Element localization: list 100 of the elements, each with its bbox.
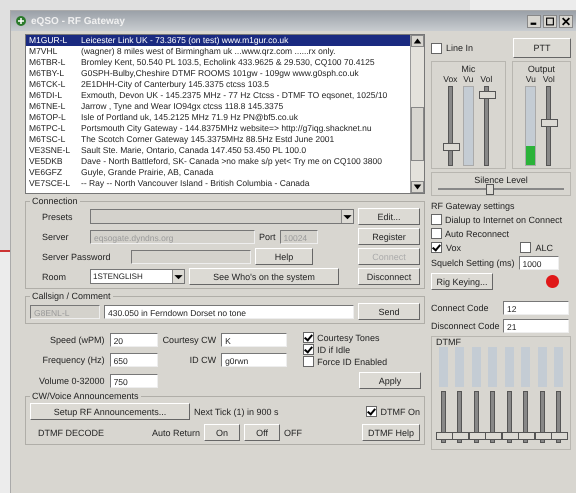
- room-dropdown[interactable]: 1STENGLISH: [90, 269, 185, 284]
- slider-label: Vu: [526, 74, 536, 84]
- description-text: -- Ray -- North Vancouver Island - British Columbia - Canada: [81, 178, 310, 189]
- edit-button[interactable]: Edit...: [358, 208, 420, 225]
- checkbox[interactable]: [303, 356, 314, 367]
- station-row[interactable]: M6TBR-L Bromley Kent, 50.540 PL 103.5, Echolink 433.9625 & 29.530, CQ100 70.4125: [26, 57, 410, 68]
- connect-code-field[interactable]: 12: [503, 301, 569, 315]
- slider-label: Vol: [542, 74, 555, 84]
- slider-thumb[interactable]: [541, 118, 558, 126]
- station-row[interactable]: VE6GFZ Guyle, Grande Prairie, AB, Canada: [26, 167, 410, 178]
- slider-thumb[interactable]: [518, 432, 536, 440]
- scroll-up-button[interactable]: [411, 35, 424, 47]
- description-text: Dave - North Battleford, SK- Canada >no make s/p yet< Try me on CQ100 3800: [81, 156, 382, 167]
- field-label: Server Password: [41, 252, 112, 262]
- ptt-button[interactable]: PTT: [513, 38, 571, 58]
- courtesy-cw-field[interactable]: K: [221, 333, 288, 348]
- option-checkbox[interactable]: ID if Idle: [303, 344, 421, 355]
- on-button[interactable]: On: [204, 424, 240, 441]
- help-button[interactable]: Help: [255, 248, 313, 265]
- checkbox-label: Vox: [446, 242, 462, 252]
- close-button[interactable]: [559, 14, 573, 28]
- group-title: Connection: [31, 196, 79, 206]
- squelch-field[interactable]: 1000: [518, 256, 559, 270]
- comment-field[interactable]: 430.050 in Ferndown Dorset no tone: [104, 304, 354, 318]
- station-row[interactable]: M6TCK-L 2E1DHH-City of Canterbury 145.3375 ctcss 103.5: [26, 79, 410, 90]
- field-label: Room: [41, 272, 68, 282]
- slider-thumb[interactable]: [452, 432, 470, 440]
- up-arrow-icon: [412, 36, 423, 46]
- checkbox[interactable]: [431, 214, 442, 225]
- slider-thumb[interactable]: [485, 432, 502, 440]
- slider-thumb[interactable]: [478, 90, 496, 98]
- slider-thumb[interactable]: [534, 432, 552, 440]
- station-row[interactable]: M6TSC-L The Scotch Corner Gateway 145.3375MHz 88.5Hz Estd June 2001: [26, 134, 410, 145]
- slider-thumb[interactable]: [436, 432, 453, 440]
- see-who-button[interactable]: See Who's on the system: [189, 268, 339, 285]
- dtmf-help-button[interactable]: DTMF Help: [362, 424, 420, 441]
- station-row[interactable]: M1GUR-L Leicester Link UK - 73.3675 (on test) www.m1gur.co.uk: [26, 35, 410, 46]
- minimize-button[interactable]: [527, 14, 541, 28]
- slider-thumb[interactable]: [442, 143, 460, 151]
- field-label: Volume 0-32000: [39, 376, 105, 386]
- checkbox[interactable]: [431, 42, 442, 54]
- slider-thumb[interactable]: [502, 432, 519, 440]
- volume-field[interactable]: 750: [110, 374, 158, 388]
- checkbox-label: Dialup to Internet on Connect: [445, 214, 562, 224]
- station-row[interactable]: M7VHL (wagner) 8 miles west of Birmingham uk ...www.qrz.com ......rx only.: [26, 46, 410, 57]
- auto-return-status: OFF: [284, 428, 302, 438]
- send-button[interactable]: Send: [358, 303, 420, 320]
- setup-announcements-button[interactable]: Setup RF Announcements...: [30, 403, 190, 420]
- checkbox[interactable]: [303, 332, 314, 343]
- id-cw-field[interactable]: g0rwn: [221, 353, 288, 368]
- station-row[interactable]: M6TBY-L G0SPH-Bulby,Cheshire DTMF ROOMS 101gw - 109gw www.g0sph.co.uk: [26, 68, 410, 79]
- station-row[interactable]: M6TNE-L Jarrow , Tyne and Wear IO94gx ctcss 118.8 145.3375: [26, 101, 410, 112]
- description-text: (wagner) 8 miles west of Birmingham uk ...www.qrz.com ......rx only.: [81, 46, 336, 57]
- callsign-text: M6TNE-L: [28, 101, 66, 112]
- disconnect-code-field[interactable]: 21: [503, 319, 569, 333]
- rig-keying-button[interactable]: Rig Keying...: [431, 273, 493, 290]
- disconnect-button[interactable]: Disconnect: [358, 268, 420, 285]
- checkbox-label: Line In: [446, 43, 474, 53]
- checkbox[interactable]: [431, 242, 442, 253]
- description-text: Sault Ste. Marie, Ontario, Canada 147.450 53.450 PL 100.0: [81, 145, 306, 156]
- group-title: Mic: [461, 64, 476, 74]
- station-row[interactable]: VE3SNE-L Sault Ste. Marie, Ontario, Canada 147.450 53.450 PL 100.0: [26, 145, 410, 156]
- description-text: Jarrow , Tyne and Wear IO94gx ctcss 118.8 145.3375: [81, 101, 284, 112]
- slider-thumb[interactable]: [468, 432, 486, 440]
- password-field[interactable]: [131, 250, 251, 264]
- scrollbar[interactable]: [410, 35, 424, 193]
- callsign-text: VE5DKB: [28, 156, 64, 167]
- checkbox[interactable]: [520, 242, 532, 253]
- station-row[interactable]: M6TPC-L Portsmouth City Gateway - 144.8375MHz website=> http://g7iqg.shacknet.nu: [26, 123, 410, 134]
- station-row[interactable]: VE5DKB Dave - North Battleford, SK- Canada >no make s/p yet< Try me on CQ100 3800: [26, 156, 410, 167]
- station-row[interactable]: M6TDI-L Exmouth, Devon UK - 145.2375 MHz - 77 Hz Ctcss - DTMF TO eqsonet, 1025/10: [26, 90, 410, 101]
- window-title: eQSO - RF Gateway: [31, 16, 126, 26]
- register-button[interactable]: Register: [358, 228, 420, 245]
- slider-thumb[interactable]: [550, 432, 568, 440]
- field-label: Squelch Setting (ms): [431, 258, 515, 268]
- off-button[interactable]: Off: [244, 424, 280, 441]
- maximize-button[interactable]: [543, 14, 557, 28]
- slider-thumb[interactable]: [486, 184, 494, 195]
- field-label: Port: [259, 232, 276, 242]
- apply-button[interactable]: Apply: [359, 372, 421, 389]
- presets-dropdown[interactable]: [90, 209, 354, 224]
- option-checkbox[interactable]: Auto Reconnect: [431, 228, 571, 239]
- station-row[interactable]: VE7SCE-L -- Ray -- North Vancouver Island - British Columbia - Canada: [26, 178, 410, 189]
- option-checkbox[interactable]: Dialup to Internet on Connect: [431, 214, 571, 225]
- down-arrow-icon: [412, 182, 423, 192]
- option-checkbox[interactable]: Force ID Enabled: [303, 356, 421, 367]
- callsign-text: VE7SCE-L: [28, 178, 72, 189]
- scroll-down-button[interactable]: [411, 181, 424, 193]
- frequency-field[interactable]: 650: [110, 353, 158, 368]
- checkbox[interactable]: [431, 228, 442, 239]
- checkbox[interactable]: [366, 406, 376, 417]
- speed-field[interactable]: 20: [110, 333, 158, 348]
- station-row[interactable]: M6TOP-L Isle of Portland uk, 145.2125 MHz 71.9 Hz PN@bf5.co.uk: [26, 112, 410, 123]
- field-label: Frequency (Hz): [42, 355, 105, 366]
- description-text: Leicester Link UK - 73.3675 (on test) www.m1gur.co.uk: [81, 35, 288, 46]
- description-text: G0SPH-Bulby,Cheshire DTMF ROOMS 101gw - 109gw www.g0sph.co.uk: [81, 68, 359, 79]
- callsign-text: M6TCK-L: [28, 79, 66, 90]
- checkbox[interactable]: [303, 344, 314, 355]
- description-text: Guyle, Grande Prairie, AB, Canada: [81, 167, 214, 178]
- option-checkbox[interactable]: Courtesy Tones: [303, 332, 421, 343]
